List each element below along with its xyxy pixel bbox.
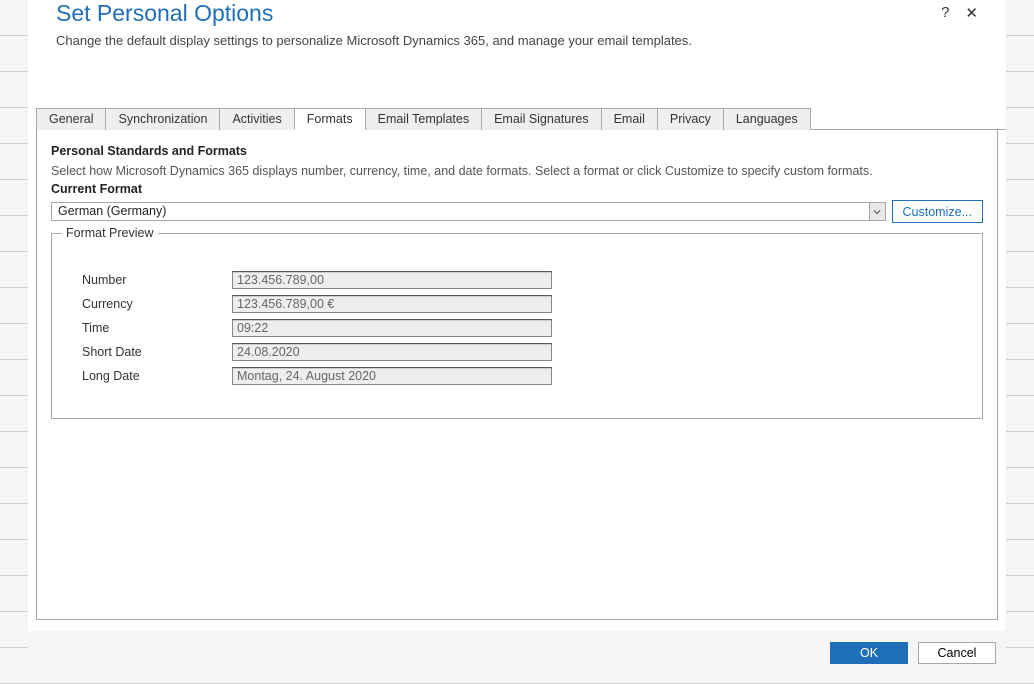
personal-options-dialog: Set Personal Options ? ✕ Change the defa…: [28, 0, 1006, 675]
section-title: Personal Standards and Formats: [51, 144, 983, 158]
preview-label-time: Time: [82, 321, 232, 335]
ok-button[interactable]: OK: [830, 642, 908, 664]
tab-languages[interactable]: Languages: [723, 108, 811, 130]
preview-row-shortdate: Short Date 24.08.2020: [82, 340, 952, 364]
preview-value-longdate: Montag, 24. August 2020: [232, 367, 552, 385]
tab-email-templates[interactable]: Email Templates: [365, 108, 482, 130]
preview-label-currency: Currency: [82, 297, 232, 311]
current-format-label: Current Format: [51, 182, 983, 196]
tab-synchronization[interactable]: Synchronization: [105, 108, 220, 130]
preview-value-number: 123.456.789,00: [232, 271, 552, 289]
tab-formats[interactable]: Formats: [294, 108, 366, 130]
current-format-select[interactable]: German (Germany): [51, 202, 886, 221]
current-format-value: German (Germany): [52, 203, 869, 220]
tab-privacy[interactable]: Privacy: [657, 108, 724, 130]
customize-button[interactable]: Customize...: [892, 200, 983, 223]
tab-general[interactable]: General: [36, 108, 106, 130]
format-preview-fieldset: Format Preview Number 123.456.789,00 Cur…: [51, 233, 983, 419]
dialog-footer: OK Cancel: [28, 631, 1006, 675]
section-desc: Select how Microsoft Dynamics 365 displa…: [51, 164, 983, 178]
preview-label-shortdate: Short Date: [82, 345, 232, 359]
close-icon[interactable]: ✕: [965, 4, 978, 22]
help-icon[interactable]: ?: [941, 4, 949, 22]
preview-row-number: Number 123.456.789,00: [82, 268, 952, 292]
tab-email[interactable]: Email: [601, 108, 658, 130]
tab-email-signatures[interactable]: Email Signatures: [481, 108, 602, 130]
preview-label-longdate: Long Date: [82, 369, 232, 383]
dialog-subtitle: Change the default display settings to p…: [56, 33, 978, 48]
preview-row-time: Time 09:22: [82, 316, 952, 340]
cancel-button[interactable]: Cancel: [918, 642, 996, 664]
format-preview-legend: Format Preview: [62, 226, 158, 240]
chevron-down-icon[interactable]: [869, 203, 885, 220]
tab-bar: General Synchronization Activities Forma…: [36, 108, 1006, 130]
preview-row-longdate: Long Date Montag, 24. August 2020: [82, 364, 952, 388]
preview-row-currency: Currency 123.456.789,00 €: [82, 292, 952, 316]
preview-value-time: 09:22: [232, 319, 552, 337]
formats-panel: Personal Standards and Formats Select ho…: [36, 130, 998, 620]
dialog-title: Set Personal Options: [56, 0, 273, 27]
preview-value-shortdate: 24.08.2020: [232, 343, 552, 361]
tab-activities[interactable]: Activities: [219, 108, 294, 130]
preview-label-number: Number: [82, 273, 232, 287]
preview-value-currency: 123.456.789,00 €: [232, 295, 552, 313]
